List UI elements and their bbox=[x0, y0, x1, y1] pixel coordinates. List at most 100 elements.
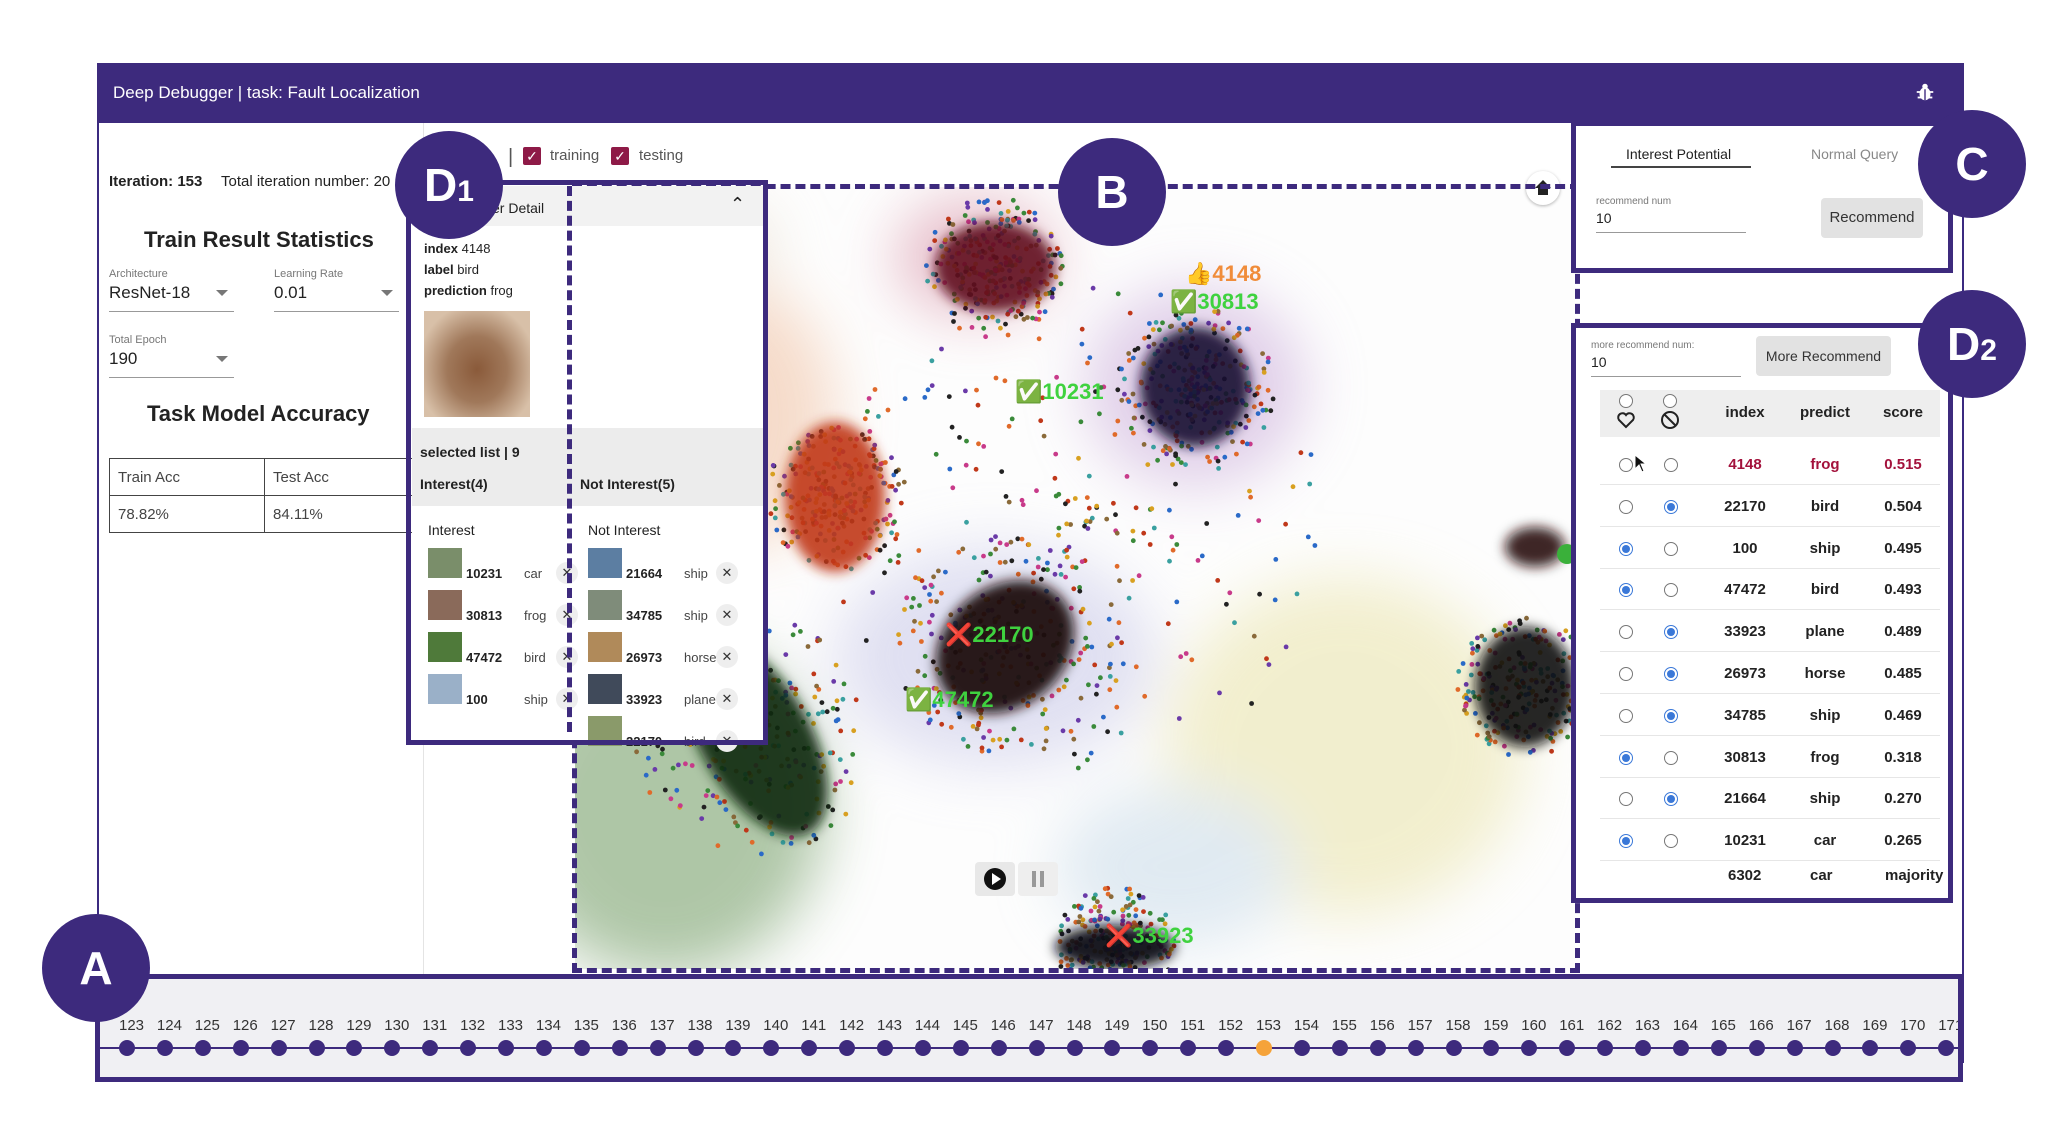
badge-d2-sub: 2 bbox=[1980, 334, 1997, 367]
badge-d1: D1 bbox=[395, 131, 503, 239]
row-predict: plane bbox=[1805, 623, 1845, 641]
footer-index: 6302 bbox=[1728, 867, 1762, 884]
total-epoch-label: Total Epoch bbox=[109, 334, 167, 346]
toolbar-separator: | bbox=[508, 146, 514, 168]
row-predict: car bbox=[1813, 832, 1837, 850]
row-index: 100 bbox=[1732, 539, 1758, 557]
table-row[interactable]: 47472 bird 0.493 bbox=[1600, 569, 1940, 611]
footer-score: majority bbox=[1885, 867, 1944, 884]
like-radio[interactable] bbox=[1619, 708, 1633, 723]
iteration-label: Iteration: 153 bbox=[109, 173, 203, 190]
row-predict: horse bbox=[1804, 665, 1846, 682]
row-predict: bird bbox=[1810, 581, 1840, 599]
table-row[interactable]: 33923 plane 0.489 bbox=[1600, 611, 1940, 653]
row-index: 21664 bbox=[1724, 790, 1766, 808]
dislike-radio[interactable] bbox=[1664, 583, 1678, 598]
tab-interest-potential[interactable]: Interest Potential bbox=[1626, 146, 1731, 162]
table-row[interactable]: 26973 horse 0.485 bbox=[1600, 653, 1940, 694]
testing-checkbox[interactable]: ✓ bbox=[611, 147, 629, 165]
dislike-radio[interactable] bbox=[1664, 458, 1678, 472]
app-title: Deep Debugger | task: Fault Localization bbox=[113, 83, 420, 102]
badge-a: A bbox=[42, 914, 150, 1022]
table-row[interactable]: 4148 frog 0.515 bbox=[1600, 444, 1940, 485]
chevron-down-icon bbox=[216, 356, 228, 362]
row-index: 30813 bbox=[1724, 748, 1766, 766]
training-label: training bbox=[550, 147, 600, 164]
like-radio[interactable] bbox=[1619, 792, 1633, 807]
table-row[interactable]: 30813 frog 0.318 bbox=[1600, 737, 1940, 778]
block-icon bbox=[1661, 411, 1679, 429]
query-panel: Interest Potential Normal Query recommen… bbox=[1571, 121, 1953, 273]
like-radio[interactable] bbox=[1619, 667, 1633, 681]
like-radio[interactable] bbox=[1619, 625, 1633, 640]
more-recommend-input[interactable]: 10 bbox=[1591, 354, 1741, 377]
learning-rate-select[interactable]: 0.01 bbox=[274, 283, 399, 312]
testing-label: testing bbox=[639, 147, 684, 164]
dislike-radio[interactable] bbox=[1664, 708, 1678, 723]
tab-normal-query[interactable]: Normal Query bbox=[1811, 146, 1898, 162]
row-score: 0.489 bbox=[1884, 623, 1922, 641]
like-radio[interactable] bbox=[1619, 583, 1633, 598]
bug-icon[interactable] bbox=[1914, 81, 1936, 103]
badge-d1-letter: D bbox=[424, 159, 458, 211]
app-title-bar: Deep Debugger | task: Fault Localization bbox=[97, 63, 1964, 123]
tab-active-indicator bbox=[1611, 166, 1751, 168]
row-predict: bird bbox=[1810, 497, 1840, 515]
like-radio[interactable] bbox=[1619, 541, 1633, 556]
table-row[interactable]: 10231 car 0.265 bbox=[1600, 820, 1940, 862]
architecture-value: ResNet-18 bbox=[109, 283, 191, 302]
select-all-like-radio[interactable] bbox=[1619, 394, 1633, 408]
badge-d2: D2 bbox=[1918, 290, 2026, 398]
table-row[interactable]: 21664 ship 0.270 bbox=[1600, 778, 1940, 820]
select-all-dislike-radio[interactable] bbox=[1663, 394, 1677, 408]
learning-rate-value: 0.01 bbox=[274, 283, 308, 302]
chevron-down-icon bbox=[216, 290, 228, 296]
row-index: 4148 bbox=[1728, 456, 1762, 473]
train-acc-header: Train Acc bbox=[109, 458, 265, 496]
like-radio[interactable] bbox=[1619, 458, 1633, 472]
table-row[interactable]: 34785 ship 0.469 bbox=[1600, 695, 1940, 736]
dislike-radio[interactable] bbox=[1664, 499, 1678, 514]
more-recommend-button[interactable]: More Recommend bbox=[1756, 336, 1891, 376]
cursor-icon bbox=[1634, 454, 1648, 473]
table-row[interactable]: 22170 bird 0.504 bbox=[1600, 486, 1940, 527]
dislike-radio[interactable] bbox=[1664, 834, 1678, 849]
architecture-label: Architecture bbox=[109, 268, 168, 280]
dislike-radio[interactable] bbox=[1664, 667, 1678, 681]
recommend-num-input[interactable]: 10 bbox=[1596, 210, 1746, 233]
row-predict: frog bbox=[1810, 748, 1840, 766]
col-score: score bbox=[1882, 404, 1924, 421]
row-index: 34785 bbox=[1724, 706, 1766, 724]
test-acc-value: 84.11% bbox=[264, 495, 420, 533]
row-predict: ship bbox=[1809, 539, 1841, 557]
table-row[interactable]: 100 ship 0.495 bbox=[1600, 528, 1940, 569]
dislike-radio[interactable] bbox=[1664, 750, 1678, 765]
more-recommend-label: more recommend num: bbox=[1591, 340, 1695, 351]
badge-d2-letter: D bbox=[1947, 318, 1981, 370]
dislike-radio[interactable] bbox=[1664, 792, 1678, 807]
row-score: 0.493 bbox=[1884, 581, 1922, 599]
row-score: 0.318 bbox=[1884, 748, 1922, 766]
row-score: 0.469 bbox=[1884, 706, 1922, 724]
row-index: 22170 bbox=[1724, 497, 1766, 515]
recommend-num-label: recommend num bbox=[1596, 196, 1672, 207]
architecture-select[interactable]: ResNet-18 bbox=[109, 283, 234, 312]
left-panel: Iteration: 153 Total iteration number: 2… bbox=[99, 123, 424, 983]
dislike-radio[interactable] bbox=[1664, 625, 1678, 640]
accuracy-table: Train Acc Test Acc 78.82% 84.11% bbox=[109, 458, 420, 533]
badge-b: B bbox=[1058, 138, 1166, 246]
row-index: 26973 bbox=[1724, 665, 1766, 682]
like-radio[interactable] bbox=[1619, 750, 1633, 765]
row-predict: ship bbox=[1809, 790, 1841, 808]
training-checkbox[interactable]: ✓ bbox=[523, 147, 541, 165]
region-a-outline bbox=[95, 974, 1963, 1082]
total-epoch-select[interactable]: 190 bbox=[109, 349, 234, 378]
dislike-radio[interactable] bbox=[1664, 541, 1678, 556]
like-radio[interactable] bbox=[1619, 499, 1633, 514]
row-score: 0.265 bbox=[1884, 832, 1922, 850]
table-footer-row: 6302 car majority bbox=[1600, 862, 1944, 892]
row-index: 47472 bbox=[1724, 581, 1766, 599]
recommend-button[interactable]: Recommend bbox=[1821, 198, 1923, 238]
row-score: 0.515 bbox=[1884, 456, 1922, 473]
like-radio[interactable] bbox=[1619, 834, 1633, 849]
